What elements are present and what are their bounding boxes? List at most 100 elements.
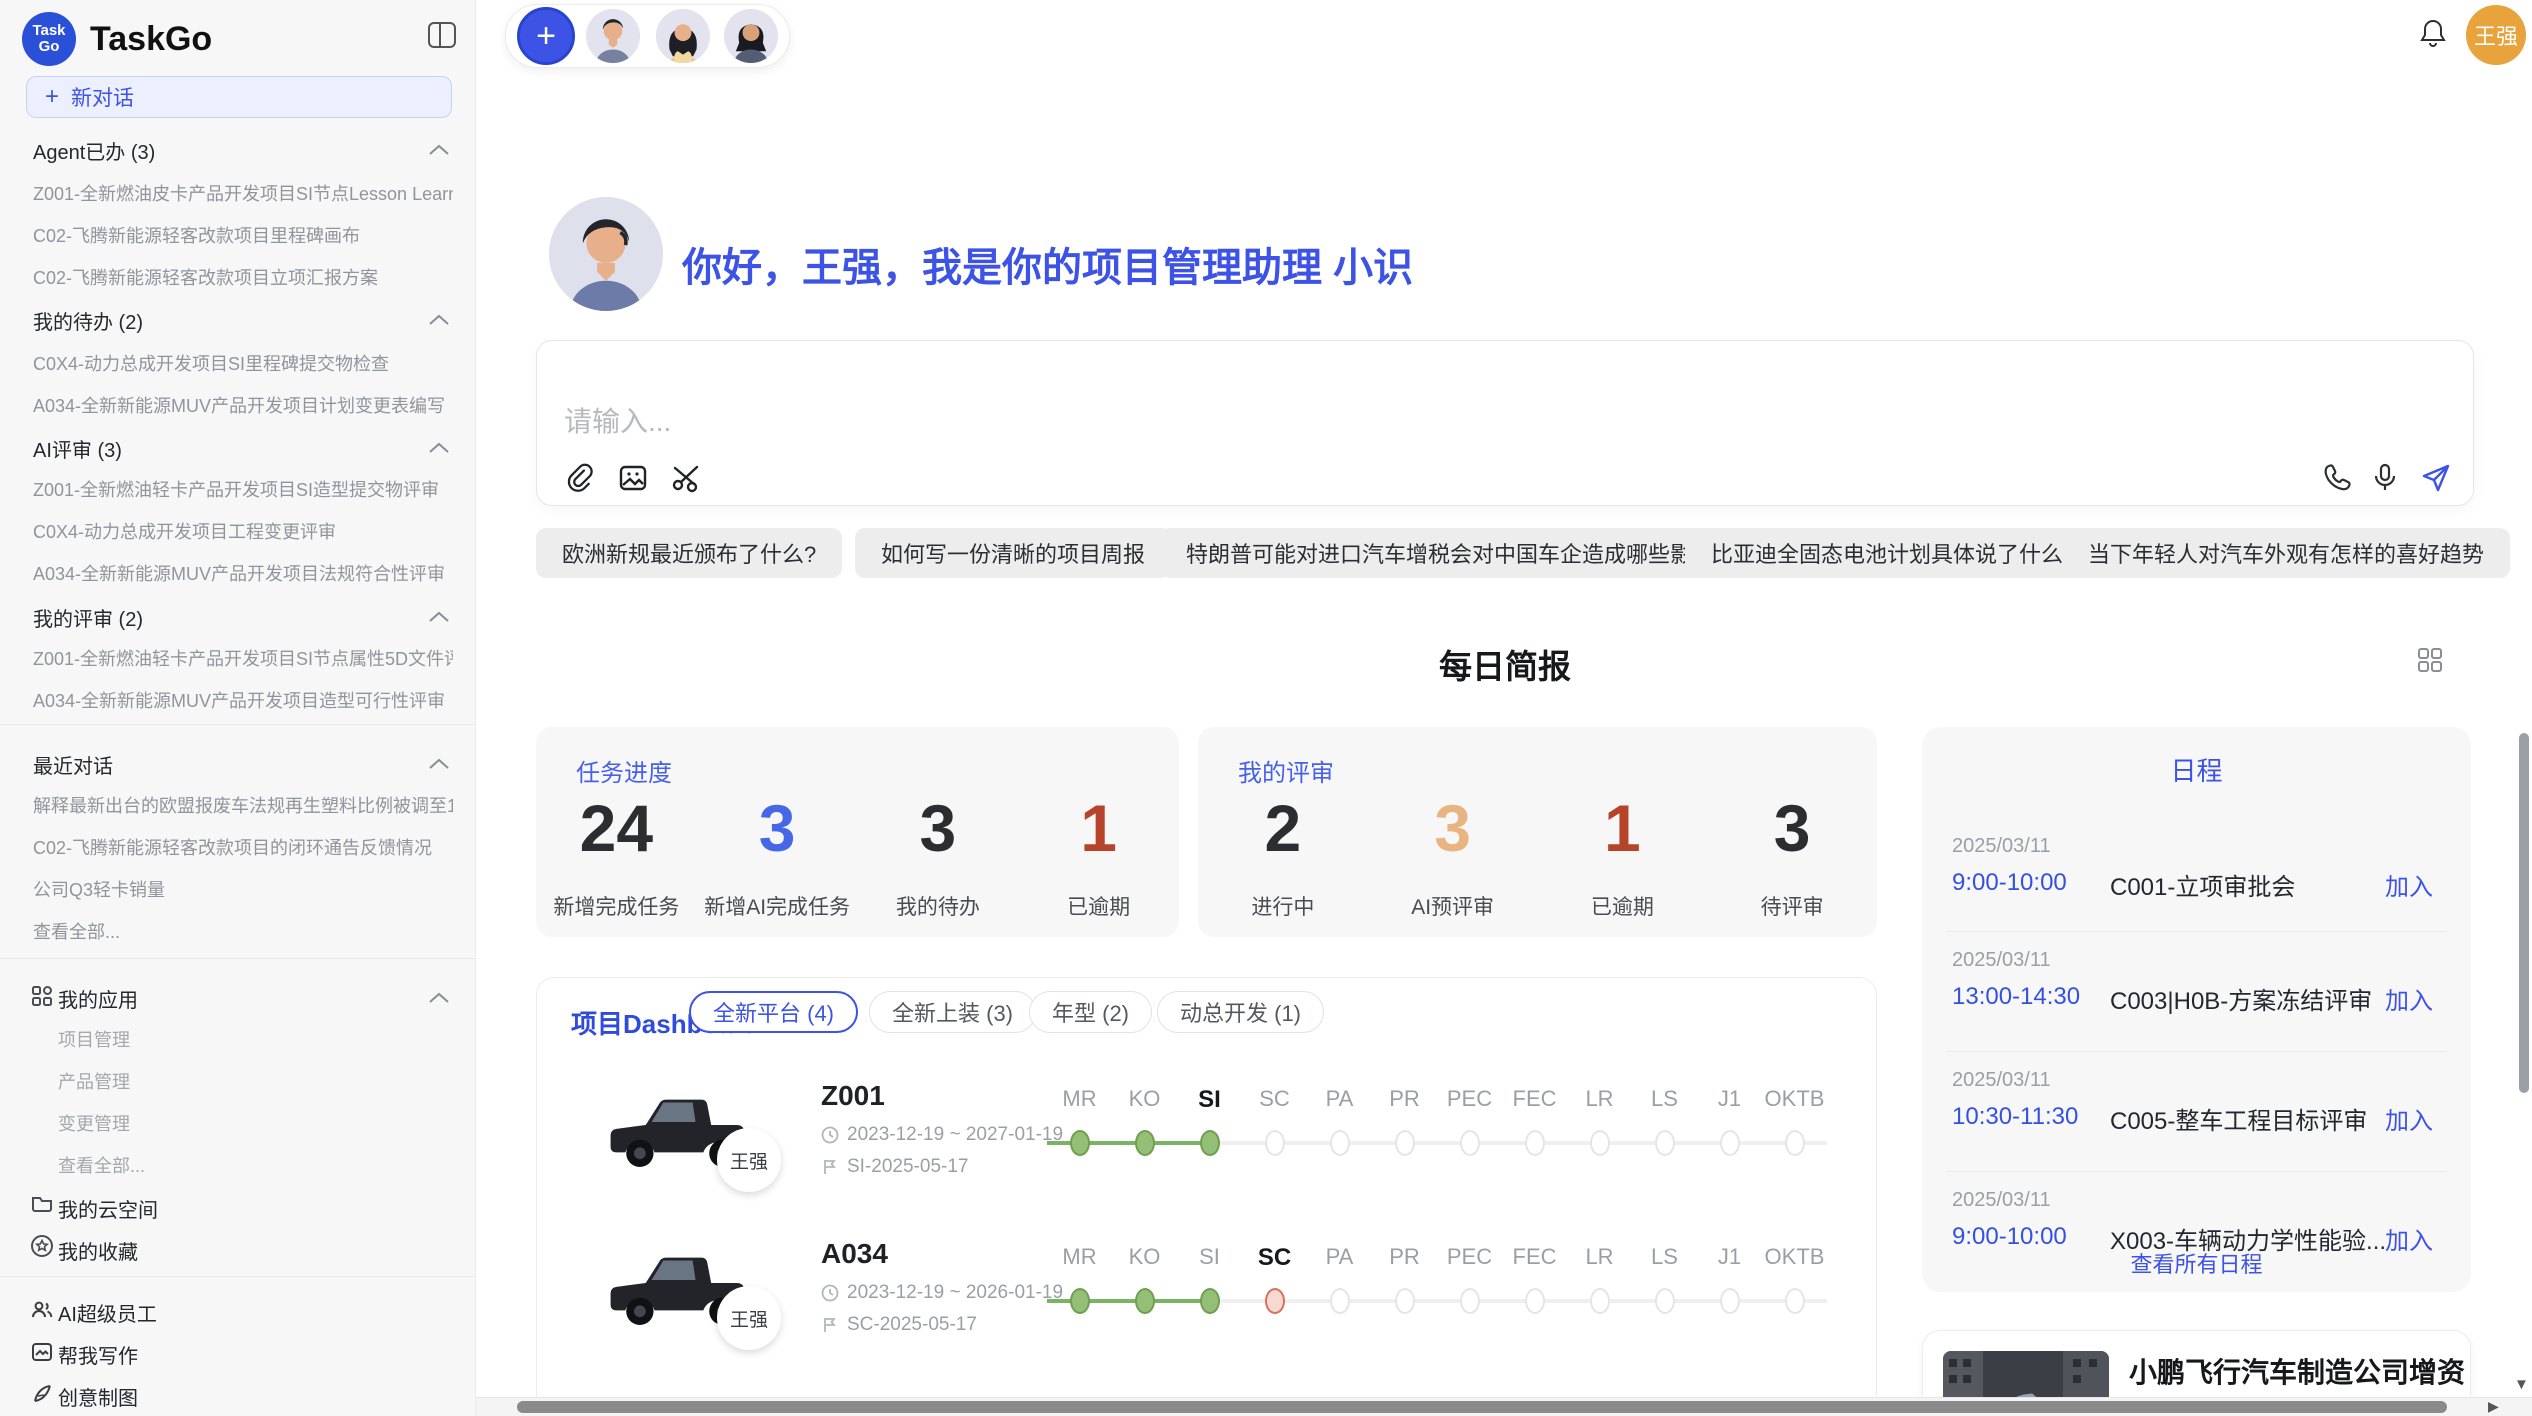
sidebar-item[interactable]: C02-飞腾新能源轻客改款项目里程碑画布 [33, 222, 453, 248]
event-name: C005-整车工程目标评审 [2110, 1101, 2367, 1136]
daily-briefing-title: 每日简报 [536, 640, 2474, 688]
suggestion-chip[interactable]: 欧洲新规最近颁布了什么? [536, 528, 842, 578]
sidebar-item[interactable]: A034-全新新能源MUV产品开发项目计划变更表编写 [33, 392, 453, 418]
news-title[interactable]: 小鹏飞行汽车制造公司增资 [2129, 1351, 2465, 1391]
avatar[interactable] [656, 9, 710, 63]
my-cloud-space[interactable]: 我的云空间 [58, 1194, 158, 1223]
section-agent-done[interactable]: Agent已办 (3) [33, 136, 155, 165]
apps-view-all[interactable]: 查看全部... [58, 1152, 145, 1178]
sidebar-item[interactable]: C0X4-动力总成开发项目工程变更评审 [33, 518, 453, 544]
notification-bell-icon[interactable] [2420, 18, 2446, 48]
image-upload-icon[interactable] [617, 462, 649, 494]
horizontal-scrollbar-thumb[interactable] [517, 1401, 2447, 1413]
tab-model-year[interactable]: 年型 (2) [1029, 991, 1152, 1033]
scissors-screenshot-icon[interactable] [670, 462, 702, 494]
new-chat-button[interactable]: + 新对话 [26, 76, 452, 118]
my-apps-header[interactable]: 我的应用 [58, 984, 138, 1013]
milestone-dot [1307, 1286, 1372, 1316]
milestone-label: KO [1112, 1244, 1177, 1272]
project-code[interactable]: A034 [821, 1238, 888, 1270]
suggestion-chip[interactable]: 如何写一份清晰的项目周报 [855, 528, 1171, 578]
chevron-up-icon[interactable] [428, 611, 450, 623]
suggestion-chip[interactable]: 当下年轻人对汽车外观有怎样的喜好趋势 [2062, 528, 2510, 578]
scroll-down-arrow-icon[interactable]: ▼ [2514, 1376, 2529, 1393]
chevron-up-icon[interactable] [428, 442, 450, 454]
stat-value: 1 [1080, 793, 1117, 863]
recent-chat-item[interactable]: 公司Q3轻卡销量 [33, 876, 453, 902]
project-dates-text: 2023-12-19 ~ 2026-01-19 [847, 1282, 1063, 1304]
chevron-up-icon[interactable] [428, 992, 450, 1004]
tab-powertrain[interactable]: 动总开发 (1) [1157, 991, 1324, 1033]
tool-help-me-write[interactable]: 帮我写作 [58, 1340, 138, 1369]
chevron-up-icon[interactable] [428, 758, 450, 770]
sidebar-collapse-icon[interactable] [428, 22, 456, 48]
phone-call-icon[interactable] [2322, 462, 2354, 494]
add-agent-button[interactable]: + [517, 7, 575, 65]
tab-new-platform[interactable]: 全新平台 (4) [689, 991, 858, 1033]
sidebar-item[interactable]: C02-飞腾新能源轻客改款项目立项汇报方案 [33, 264, 453, 290]
recent-chat-item[interactable]: C02-飞腾新能源轻客改款项目的闭环通告反馈情况 [33, 834, 453, 860]
avatar[interactable] [586, 9, 640, 63]
milestone-track: MR KO SI SC PA PR PEC FEC LR LS J1 OKTB [1047, 1086, 1827, 1158]
stat-label: 新增AI完成任务 [704, 891, 850, 921]
user-avatar[interactable]: 王强 [2466, 5, 2526, 65]
event-date: 2025/03/11 [1952, 1189, 2051, 1212]
sidebar-item[interactable]: C0X4-动力总成开发项目SI里程碑提交物检查 [33, 350, 453, 376]
microphone-icon[interactable] [2370, 462, 2402, 494]
cloud-space-icon [30, 1192, 54, 1216]
join-meeting-link[interactable]: 加入 [2385, 1101, 2433, 1136]
my-favorites[interactable]: 我的收藏 [58, 1236, 138, 1265]
app-item-change-mgmt[interactable]: 变更管理 [58, 1110, 130, 1136]
project-dashboard-card: 项目Dashboard 全新平台 (4) 全新上装 (3) 年型 (2) 动总开… [536, 977, 1877, 1416]
recent-view-all[interactable]: 查看全部... [33, 918, 453, 944]
chevron-up-icon[interactable] [428, 314, 450, 326]
milestone-label: LS [1632, 1086, 1697, 1114]
suggestion-chip[interactable]: 比亚迪全固态电池计划具体说了什么 [1685, 528, 2089, 578]
join-meeting-link[interactable]: 加入 [2385, 981, 2433, 1016]
avatar[interactable] [724, 9, 778, 63]
event-time: 10:30-11:30 [1952, 1103, 2078, 1131]
project-code[interactable]: Z001 [821, 1080, 885, 1112]
vertical-scrollbar-thumb[interactable] [2519, 733, 2529, 1093]
chevron-up-icon[interactable] [428, 144, 450, 156]
chat-input-box[interactable] [536, 340, 2474, 506]
milestone-label: PR [1372, 1244, 1437, 1272]
stat-label: 进行中 [1251, 891, 1314, 921]
attachment-paperclip-icon[interactable] [564, 462, 596, 494]
section-my-review[interactable]: 我的评审 (2) [33, 603, 143, 632]
section-ai-review[interactable]: AI评审 (3) [33, 434, 122, 463]
tool-creative-drawing[interactable]: 创意制图 [58, 1382, 138, 1411]
sidebar-item[interactable]: Z001-全新燃油轻卡产品开发项目SI节点属性5D文件评审 [33, 645, 453, 671]
milestone-dot [1697, 1286, 1762, 1316]
section-my-todo[interactable]: 我的待办 (2) [33, 306, 143, 335]
sidebar-item[interactable]: A034-全新新能源MUV产品开发项目造型可行性评审 [33, 687, 453, 713]
milestone-dot [1567, 1128, 1632, 1158]
sidebar-item[interactable]: A034-全新新能源MUV产品开发项目法规符合性评审 [33, 560, 453, 586]
join-meeting-link[interactable]: 加入 [2385, 867, 2433, 902]
project-flag-text: SC-2025-05-17 [847, 1314, 977, 1336]
sidebar-item[interactable]: Z001-全新燃油皮卡产品开发项目SI节点Lesson Learn报告 [33, 180, 453, 206]
app-item-project-mgmt[interactable]: 项目管理 [58, 1026, 130, 1052]
event-date: 2025/03/11 [1952, 949, 2051, 972]
section-recent-chats[interactable]: 最近对话 [33, 750, 113, 779]
milestone-label: MR [1047, 1244, 1112, 1272]
sidebar-item[interactable]: Z001-全新燃油轻卡产品开发项目SI造型提交物评审 [33, 476, 453, 502]
milestone-dot [1047, 1286, 1112, 1316]
recent-chat-item[interactable]: 解释最新出台的欧盟报废车法规再生塑料比例被调至15%... [33, 792, 453, 818]
app-title: TaskGo [90, 20, 212, 59]
app-item-product-mgmt[interactable]: 产品管理 [58, 1068, 130, 1094]
scroll-right-arrow-icon[interactable]: ▶ [2488, 1398, 2499, 1415]
tool-ai-super-staff[interactable]: AI超级员工 [58, 1298, 157, 1327]
milestone-dot [1242, 1128, 1307, 1158]
divider [1946, 1171, 2447, 1172]
divider [0, 724, 476, 725]
milestone-dot [1502, 1128, 1567, 1158]
apps-grid-icon [30, 984, 54, 1008]
write-helper-icon [30, 1340, 54, 1364]
ai-staff-people-icon [30, 1298, 54, 1322]
suggestion-chip[interactable]: 特朗普可能对进口汽车增税会对中国车企造成哪些影响 [1160, 528, 1740, 578]
send-icon[interactable] [2420, 462, 2452, 494]
layout-grid-icon[interactable] [2416, 646, 2444, 674]
tab-new-body[interactable]: 全新上装 (3) [869, 991, 1036, 1033]
view-all-schedule-link[interactable]: 查看所有日程 [1922, 1247, 2471, 1279]
